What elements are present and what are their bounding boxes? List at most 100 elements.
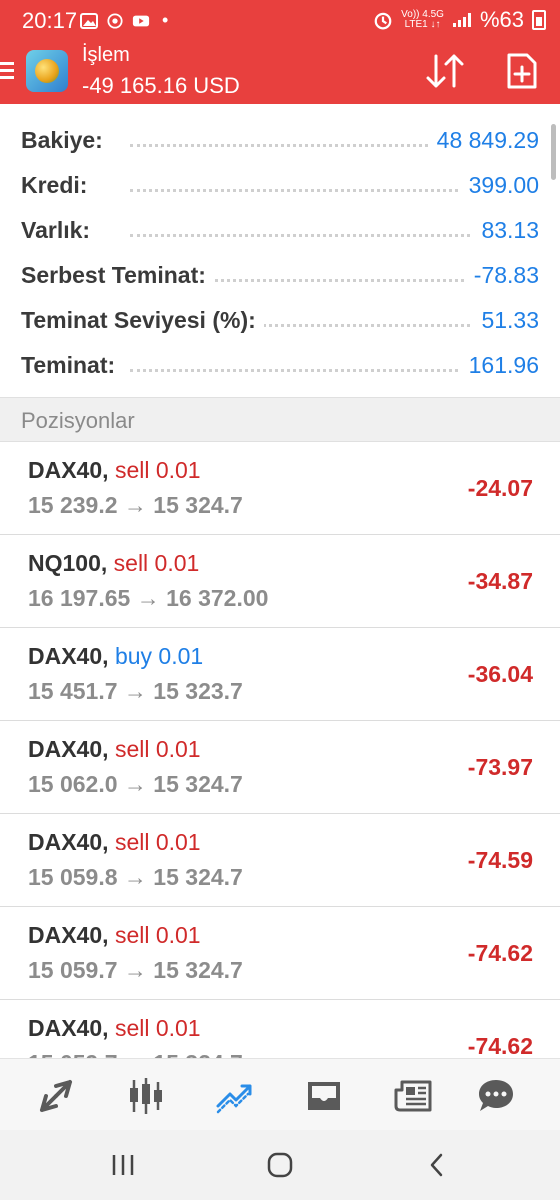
system-navigation-bar [0, 1130, 560, 1200]
tab-chat[interactable] [476, 1076, 516, 1116]
position-symbol: DAX40, [28, 643, 109, 669]
floating-profit: -49 165.16 USD [82, 73, 240, 98]
more-notifications-dot: • [162, 10, 169, 30]
summary-label: Serbest Teminat: [21, 262, 214, 289]
position-side: buy 0.01 [114, 643, 204, 669]
position-symbol: DAX40, [28, 457, 109, 483]
summary-row-balance: Bakiye: 48 849.29 [0, 118, 560, 163]
app-bar: İşlem -49 165.16 USD [0, 40, 560, 104]
dotted-leader [130, 234, 530, 237]
position-row[interactable]: DAX40, sell 0.01 15 239.2 → 15 324.7 -24… [0, 442, 560, 535]
home-button[interactable] [265, 1150, 295, 1180]
position-profit: -73.97 [467, 754, 533, 780]
app-header: 20:17 • Vo)) 4.5G LTE1 ↓↑ %63 İşlem -49 … [0, 0, 560, 104]
position-profit: -36.04 [467, 661, 533, 687]
position-side: sell 0.01 [113, 550, 200, 576]
account-summary: Bakiye: 48 849.29 Kredi: 399.00 Varlık: … [0, 118, 560, 388]
signal-icon [452, 13, 471, 27]
position-side: sell 0.01 [114, 829, 201, 855]
position-title: DAX40, sell 0.01 [28, 736, 201, 763]
position-prices: 15 239.2 → 15 324.7 [28, 492, 243, 518]
position-row[interactable]: DAX40, buy 0.01 15 451.7 → 15 323.7 -36.… [0, 628, 560, 721]
positions-section-header: Pozisyonlar [0, 397, 560, 442]
position-row[interactable]: DAX40, sell 0.01 15 062.0 → 15 324.7 -73… [0, 721, 560, 814]
position-title: DAX40, sell 0.01 [28, 1015, 201, 1042]
position-title: DAX40, sell 0.01 [28, 457, 201, 484]
notification-icons: • [80, 10, 168, 31]
alarm-icon [374, 12, 392, 30]
position-side: sell 0.01 [114, 457, 201, 483]
trade-icon [216, 1084, 252, 1114]
position-row[interactable]: DAX40, sell 0.01 15 059.7 → 15 324.7 -74… [0, 907, 560, 1000]
chrome-icon [107, 12, 123, 29]
position-symbol: DAX40, [28, 829, 109, 855]
position-symbol: DAX40, [28, 922, 109, 948]
summary-row-margin-level: Teminat Seviyesi (%): 51.33 [0, 298, 560, 343]
status-bar: 20:17 • Vo)) 4.5G LTE1 ↓↑ %63 [0, 0, 560, 40]
positions-list[interactable]: DAX40, sell 0.01 15 239.2 → 15 324.7 -24… [0, 442, 560, 1058]
page-title: İşlem [82, 44, 130, 66]
position-side: sell 0.01 [114, 736, 201, 762]
tab-chart[interactable] [126, 1076, 166, 1116]
scrollbar[interactable] [551, 124, 556, 180]
summary-value: 83.13 [473, 217, 539, 244]
position-profit: -74.62 [467, 940, 533, 966]
position-profit: -34.87 [467, 568, 533, 594]
position-profit: -74.62 [467, 1033, 533, 1058]
position-symbol: DAX40, [28, 736, 109, 762]
position-row[interactable]: NQ100, sell 0.01 16 197.65 → 16 372.00 -… [0, 535, 560, 628]
youtube-icon [132, 15, 150, 26]
battery-icon [532, 10, 546, 30]
tab-history[interactable] [304, 1076, 344, 1116]
back-button[interactable] [422, 1150, 452, 1180]
menu-icon[interactable] [0, 62, 14, 80]
quotes-icon [40, 1080, 72, 1112]
position-prices: 15 059.7 → 15 324.7 [28, 957, 243, 983]
network-indicator: Vo)) 4.5G LTE1 ↓↑ [401, 10, 444, 30]
system-indicators: Vo)) 4.5G LTE1 ↓↑ %63 [373, 7, 546, 33]
chat-icon [479, 1080, 513, 1111]
position-title: DAX40, sell 0.01 [28, 829, 201, 856]
tab-quotes[interactable] [36, 1076, 76, 1116]
recent-apps-button[interactable] [108, 1150, 138, 1180]
news-icon [394, 1080, 432, 1112]
summary-value: 48 849.29 [428, 127, 539, 154]
history-icon [308, 1082, 340, 1110]
summary-value: 399.00 [460, 172, 539, 199]
app-title-block: İşlem -49 165.16 USD [82, 44, 240, 99]
position-profit: -24.07 [467, 475, 533, 501]
position-prices: 15 059.8 → 15 324.7 [28, 864, 243, 890]
position-title: NQ100, sell 0.01 [28, 550, 199, 577]
chart-icon [130, 1078, 162, 1114]
summary-label: Teminat: [21, 352, 124, 379]
position-profit: -74.59 [467, 847, 533, 873]
position-prices: 15 451.7 → 15 323.7 [28, 678, 243, 704]
recent-apps-icon [112, 1155, 134, 1175]
position-row[interactable]: DAX40, sell 0.01 15 059.8 → 15 324.7 -74… [0, 814, 560, 907]
network-lte: LTE1 ↓↑ [404, 19, 441, 30]
battery-percent: %63 [479, 7, 524, 32]
section-title: Pozisyonlar [21, 408, 135, 433]
tab-trade[interactable] [214, 1076, 254, 1116]
gallery-icon [80, 12, 98, 29]
summary-label: Kredi: [21, 172, 96, 199]
status-time: 20:17 [22, 8, 78, 33]
position-symbol: DAX40, [28, 1015, 109, 1041]
summary-row-free-margin: Serbest Teminat: -78.83 [0, 253, 560, 298]
metatrader-logo[interactable] [26, 50, 68, 92]
back-icon [430, 1153, 443, 1177]
summary-label: Bakiye: [21, 127, 111, 154]
summary-value: 51.33 [473, 307, 539, 334]
summary-row-credit: Kredi: 399.00 [0, 163, 560, 208]
position-title: DAX40, sell 0.01 [28, 922, 201, 949]
summary-row-margin: Teminat: 161.96 [0, 343, 560, 388]
new-order-icon[interactable] [506, 52, 538, 90]
sort-icon[interactable] [424, 52, 466, 90]
summary-value: 161.96 [460, 352, 539, 379]
position-title: DAX40, buy 0.01 [28, 643, 203, 670]
summary-row-equity: Varlık: 83.13 [0, 208, 560, 253]
tab-news[interactable] [394, 1076, 434, 1116]
position-side: sell 0.01 [114, 1015, 201, 1041]
position-row[interactable]: DAX40, sell 0.01 15 059.7 → 15 324.7 -74… [0, 1000, 560, 1058]
summary-label: Varlık: [21, 217, 99, 244]
